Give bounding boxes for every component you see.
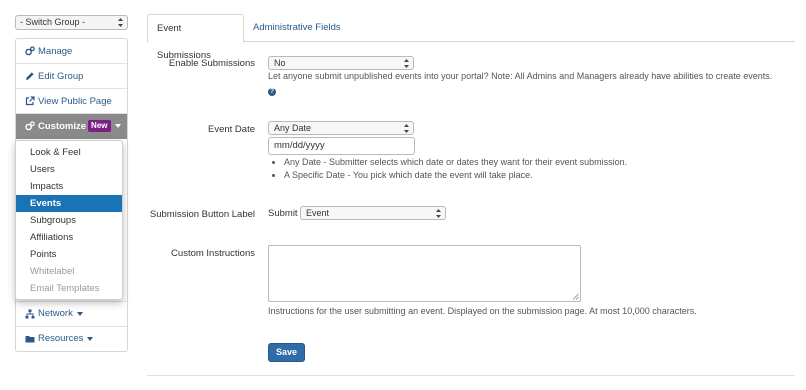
help-question-icon[interactable]: ? bbox=[268, 88, 276, 96]
event-date-value: Any Date bbox=[274, 123, 312, 133]
customize-dropdown-menu: Look & Feel Users Impacts Events Subgrou… bbox=[15, 140, 123, 300]
resize-handle-icon[interactable] bbox=[572, 293, 579, 300]
list-item: A Specific Date - You pick which date th… bbox=[284, 169, 627, 182]
switch-group-select[interactable]: - Switch Group - bbox=[15, 15, 128, 30]
submit-prefix: Submit bbox=[268, 208, 298, 219]
enable-submissions-label: Enable Submissions bbox=[168, 58, 255, 69]
sidebar-item-label: Edit Group bbox=[38, 70, 84, 82]
custom-instructions-textarea[interactable] bbox=[268, 245, 581, 302]
submission-button-label-select[interactable]: Event bbox=[300, 206, 446, 220]
sidebar-item-edit-group[interactable]: Edit Group bbox=[16, 64, 127, 89]
sidebar-item-label: Customize bbox=[38, 120, 87, 132]
event-date-help-list: Any Date - Submitter selects which date … bbox=[268, 156, 627, 182]
menu-item-subgroups[interactable]: Subgroups bbox=[16, 212, 122, 229]
menu-item-users[interactable]: Users bbox=[16, 161, 122, 178]
sidebar-item-label: View Public Page bbox=[38, 95, 112, 107]
select-arrows-icon bbox=[118, 18, 123, 27]
save-button[interactable]: Save bbox=[268, 343, 305, 362]
enable-submissions-value: No bbox=[274, 58, 286, 68]
pencil-icon bbox=[26, 72, 34, 80]
select-arrows-icon bbox=[404, 124, 409, 133]
external-link-icon bbox=[25, 96, 35, 106]
event-date-select[interactable]: Any Date bbox=[268, 121, 414, 135]
menu-item-impacts[interactable]: Impacts bbox=[16, 178, 122, 195]
sidebar-item-customize[interactable]: Customize New bbox=[16, 114, 127, 139]
menu-item-look-and-feel[interactable]: Look & Feel bbox=[16, 144, 122, 161]
folder-icon bbox=[25, 335, 35, 342]
custom-instructions-help: Instructions for the user submitting an … bbox=[268, 306, 697, 316]
submission-button-label-label: Submission Button Label bbox=[149, 209, 255, 220]
event-date-label: Event Date bbox=[208, 124, 255, 135]
menu-item-email-templates[interactable]: Email Templates bbox=[16, 280, 122, 297]
tab-administrative-fields[interactable]: Administrative Fields bbox=[244, 14, 350, 42]
new-badge: New bbox=[88, 120, 111, 132]
sidebar-item-manage[interactable]: Manage bbox=[16, 39, 127, 64]
submission-button-label-value: Event bbox=[306, 208, 330, 218]
sidebar-item-label: Manage bbox=[38, 45, 73, 57]
enable-submissions-help: Let anyone submit unpublished events int… bbox=[268, 70, 778, 96]
list-item: Any Date - Submitter selects which date … bbox=[284, 156, 627, 169]
sidebar-item-view-public-page[interactable]: View Public Page bbox=[16, 89, 127, 114]
divider bbox=[147, 375, 795, 376]
custom-instructions-label: Custom Instructions bbox=[171, 248, 255, 259]
tab-bar: Event Submissions Administrative Fields bbox=[147, 14, 795, 61]
sidebar-item-resources[interactable]: Resources bbox=[16, 326, 127, 350]
sidebar-item-label: Resources bbox=[38, 333, 84, 344]
cogs-icon bbox=[25, 46, 35, 56]
caret-down-icon bbox=[114, 124, 121, 128]
caret-down-icon bbox=[87, 336, 94, 341]
menu-item-affiliations[interactable]: Affiliations bbox=[16, 229, 122, 246]
caret-down-icon bbox=[76, 311, 83, 316]
menu-item-whitelabel[interactable]: Whitelabel bbox=[16, 263, 122, 280]
sitemap-icon bbox=[25, 309, 35, 318]
event-date-input[interactable]: mm/dd/yyyy bbox=[268, 137, 415, 155]
switch-group-value: - Switch Group - bbox=[20, 17, 86, 27]
tab-event-submissions[interactable]: Event Submissions bbox=[147, 14, 244, 61]
sidebar-item-label: Network bbox=[38, 308, 73, 319]
select-arrows-icon bbox=[404, 59, 409, 68]
select-arrows-icon bbox=[436, 209, 441, 218]
cogs-icon bbox=[25, 121, 35, 131]
enable-submissions-help-text: Let anyone submit unpublished events int… bbox=[268, 71, 773, 81]
menu-item-events[interactable]: Events bbox=[16, 195, 122, 212]
sidebar-item-network[interactable]: Network bbox=[16, 301, 127, 325]
enable-submissions-select[interactable]: No bbox=[268, 56, 414, 70]
menu-item-points[interactable]: Points bbox=[16, 246, 122, 263]
